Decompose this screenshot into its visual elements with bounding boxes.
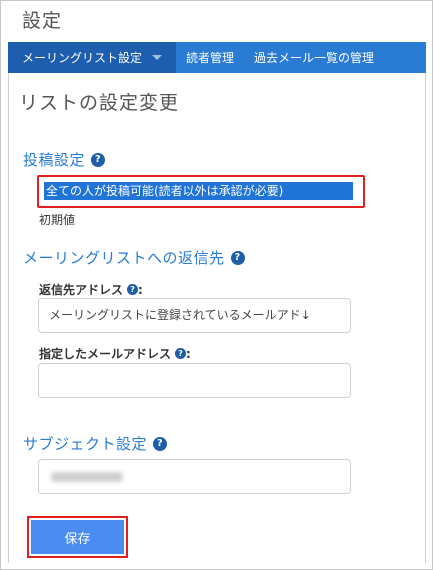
subject-section-label: サブジェクト設定 [23,435,148,453]
posting-section-label: 投稿設定 [23,151,86,169]
help-icon[interactable]: ? [230,250,245,265]
label-colon: : [186,346,191,361]
settings-navbar: メーリングリスト設定 読者管理 過去メール一覧の管理 [8,42,426,73]
label-colon: : [138,282,143,297]
subject-input[interactable] [38,459,351,494]
help-icon[interactable]: ? [153,436,168,451]
help-icon[interactable]: ? [91,152,106,167]
posting-section-title: 投稿設定 ? [23,149,106,170]
reply-to-label-row: 返信先アドレス ? : [39,281,143,298]
default-value-label: 初期値 [39,213,76,227]
reply-to-select[interactable]: メーリングリストに登録されているメールアド↓ [38,298,351,333]
chevron-down-icon [152,55,163,60]
help-icon[interactable]: ? [175,348,187,359]
posting-permission-select[interactable]: 全ての人が投稿可能(読者以外は承認が必要) [44,182,353,200]
reply-section-title: メーリングリストへの返信先 ? [23,247,245,268]
reply-section-label: メーリングリストへの返信先 [23,249,225,267]
blurred-subject-text [51,472,123,482]
reply-to-label: 返信先アドレス [39,283,124,297]
nav-tab-mailing-list-settings[interactable]: メーリングリスト設定 [8,42,177,73]
specified-address-label: 指定したメールアドレス [39,347,172,361]
subject-section-title: サブジェクト設定 ? [23,433,168,454]
specified-address-label-row: 指定したメールアドレス ? : [39,345,191,362]
specified-address-input[interactable] [38,363,351,398]
nav-tab-past-mail-management[interactable]: 過去メール一覧の管理 [244,42,384,73]
help-icon[interactable]: ? [127,284,139,295]
nav-tab-reader-management[interactable]: 読者管理 [176,42,244,73]
settings-content: リストの設定変更 投稿設定 ? 全ての人が投稿可能(読者以外は承認が必要) 初期… [8,73,426,563]
nav-tab-label: メーリングリスト設定 [22,51,143,65]
page-header: 設定 [22,10,63,32]
save-button[interactable]: 保存 [31,520,124,554]
page-title: リストの設定変更 [19,92,180,114]
